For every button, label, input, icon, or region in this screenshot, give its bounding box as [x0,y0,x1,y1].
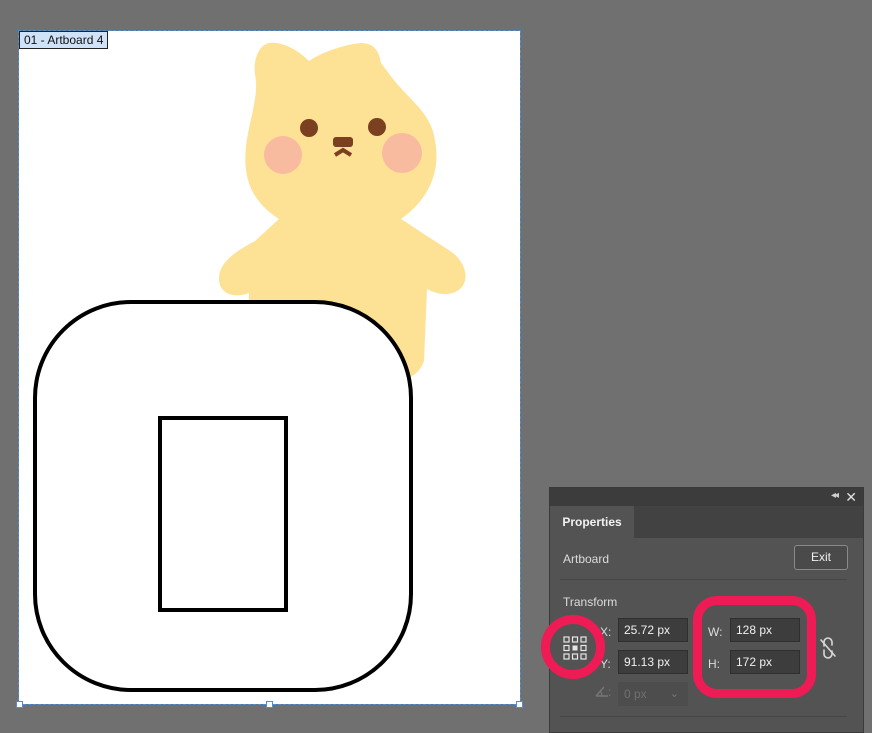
panel-tab-strip: Properties [550,506,863,538]
artboard-section-label: Artboard [563,552,610,566]
bear-eye-right [368,118,386,136]
unlink-proportions-icon[interactable] [818,636,838,660]
bear-eye-left [300,119,318,137]
bear-cheek-right [382,133,422,173]
chevron-down-icon: ⌄ [669,688,679,700]
rotate-value: 0 px [624,687,647,701]
bottom-divider [560,716,847,717]
rotate-field: 0 px ⌄ [618,682,688,706]
exit-button[interactable]: Exit [794,545,848,570]
tab-properties[interactable]: Properties [550,506,634,538]
double-chevron-left-icon[interactable]: ◂◂ [831,490,839,501]
artboard-name-label[interactable]: 01 - Artboard 4 [19,31,109,49]
panel-title-bar[interactable]: ◂◂ ✕ [550,488,863,506]
bear-nose [333,137,353,147]
artboard[interactable] [18,30,521,705]
y-field[interactable]: 91.13 px [618,650,688,674]
highlight-reference-point [541,615,605,679]
section-divider [560,579,847,580]
artboard-handle-bottom-left[interactable] [16,701,23,708]
x-field[interactable]: 25.72 px [618,618,688,642]
rotate-colon: : [608,685,612,699]
bear-cheek-left [264,136,302,174]
inner-rectangle-shape[interactable] [158,416,288,612]
artboard-artwork [33,42,466,692]
artboard-handle-bottom-center[interactable] [266,701,273,708]
close-icon[interactable]: ✕ [845,488,857,506]
artboard-handle-bottom-right[interactable] [516,701,523,708]
transform-section-label: Transform [563,595,618,609]
highlight-size-fields [693,596,816,698]
